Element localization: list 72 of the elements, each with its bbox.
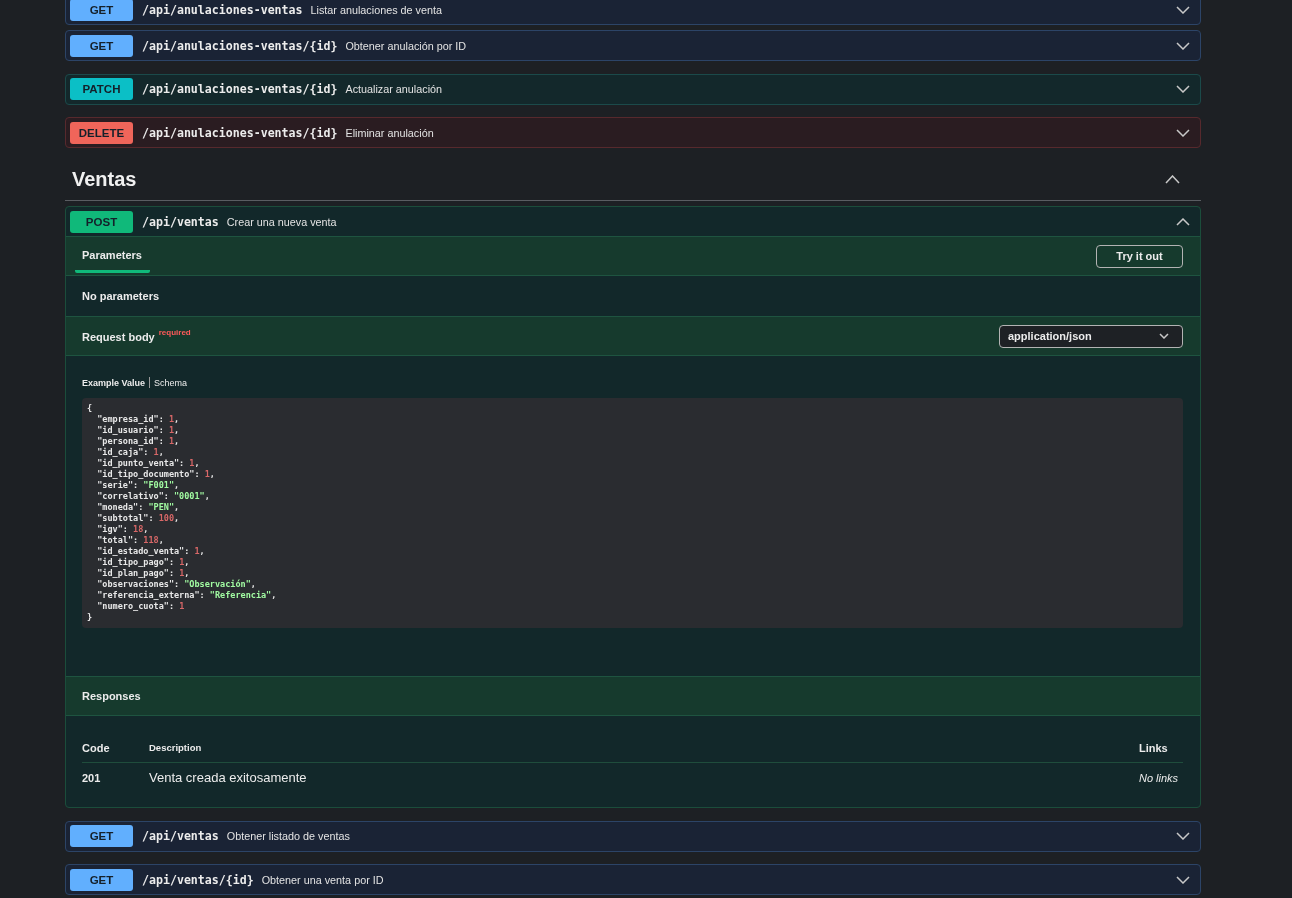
endpoint-summary: Obtener anulación por ID <box>345 39 467 52</box>
table-cell: 201 <box>82 771 101 785</box>
chevron-down-icon[interactable] <box>1176 832 1190 840</box>
endpoint-row[interactable]: GET /api/ventas/{id} Obtener una venta por ID <box>65 864 1201 895</box>
code-line: "referencia_externa": "Referencia", <box>96 590 277 601</box>
code-line: { <box>87 403 93 414</box>
endpoint-row[interactable]: GET /api/anulaciones-ventas/{id} Obtener anulación por ID <box>65 30 1201 61</box>
chevron-down-icon[interactable] <box>1176 5 1190 14</box>
endpoint-path: /api/anulaciones-ventas <box>142 2 303 17</box>
code-line: "persona_id": 1, <box>96 436 180 447</box>
endpoint-row[interactable]: GET /api/ventas Obtener listado de ventas <box>65 820 1201 852</box>
code-line: "id_estado_venta": 1, <box>96 546 205 557</box>
endpoint-path: /api/anulaciones-ventas/{id} <box>142 82 338 96</box>
method-badge: DELETE <box>70 121 133 144</box>
method-badge: GET <box>70 0 133 21</box>
code-line: "moneda": "PEN", <box>96 502 180 513</box>
endpoint-summary: Listar anulaciones de venta <box>310 3 442 16</box>
request-body-label: Request body <box>82 331 155 343</box>
column-header: Links <box>1139 741 1168 755</box>
table-cell: Venta creada exitosamente <box>149 771 307 785</box>
example-tab[interactable]: Example Value <box>82 377 146 388</box>
endpoint-path: /api/anulaciones-ventas/{id} <box>142 125 338 140</box>
method-badge: PATCH <box>70 78 133 100</box>
section-heading: Ventas <box>72 168 137 190</box>
try-it-out-button[interactable]: Try it out <box>1096 244 1183 268</box>
chevron-down-icon[interactable] <box>1176 85 1190 93</box>
code-line: "id_plan_pago": 1, <box>96 568 190 579</box>
code-line: "id_caja": 1, <box>96 447 164 458</box>
code-line: "id_punto_venta": 1, <box>96 458 200 469</box>
endpoint-summary: Actualizar anulación <box>345 83 443 95</box>
code-line: "empresa_id": 1, <box>96 414 180 425</box>
endpoint-row[interactable]: GET /api/anulaciones-ventas Listar anulaciones de venta <box>65 0 1201 25</box>
code-line: "id_usuario": 1, <box>96 425 180 436</box>
chevron-down-icon[interactable] <box>1176 41 1190 50</box>
chevron-down-icon[interactable] <box>1176 875 1190 884</box>
code-line: "subtotal": 100, <box>96 513 180 524</box>
responses-title: Responses <box>82 690 141 702</box>
method-badge: GET <box>70 825 133 847</box>
endpoint-path: /api/anulaciones-ventas/{id} <box>142 38 338 53</box>
endpoint-path: /api/ventas/{id} <box>142 872 254 887</box>
code-line: "total": 118, <box>96 535 164 546</box>
endpoint-summary: Obtener listado de ventas <box>226 830 350 842</box>
column-header: Description <box>149 741 202 755</box>
chevron-down-icon[interactable] <box>1176 128 1190 137</box>
code-line: "igv": 18, <box>96 524 149 535</box>
table-cell: No links <box>1139 771 1179 785</box>
code-line: "id_tipo_documento": 1, <box>96 469 215 480</box>
method-badge: POST <box>70 210 133 233</box>
endpoint-path: /api/ventas <box>142 214 219 229</box>
no-parameters-text: No parameters <box>82 290 161 302</box>
endpoint-summary: Eliminar anulación <box>345 126 434 139</box>
column-header: Code <box>82 741 110 755</box>
endpoint-path: /api/ventas <box>142 829 219 843</box>
code-line: "observaciones": "Observación", <box>96 579 256 590</box>
endpoint-row[interactable]: DELETE /api/anulaciones-ventas/{id} Eliminar anulación <box>65 117 1201 148</box>
content-type-select[interactable]: application/json <box>999 324 1183 348</box>
method-badge: GET <box>70 34 133 57</box>
code-line: "id_tipo_pago": 1, <box>96 557 190 568</box>
chevron-up-icon[interactable] <box>1176 217 1190 226</box>
endpoint-row[interactable]: PATCH /api/anulaciones-ventas/{id} Actualizar anulación <box>65 73 1201 105</box>
method-badge: GET <box>70 868 133 891</box>
code-line: } <box>87 612 93 623</box>
endpoint-summary: Crear una nueva venta <box>226 215 337 228</box>
chevron-down-icon <box>1159 333 1169 339</box>
endpoint-summary: Obtener una venta por ID <box>261 873 384 886</box>
required-label: required <box>158 328 191 337</box>
code-line: "numero_cuota": 1 <box>96 601 185 612</box>
parameters-tab[interactable]: Parameters <box>75 237 150 273</box>
example-tab[interactable]: Schema <box>154 377 188 388</box>
code-line: "correlativo": "0001", <box>96 491 210 502</box>
code-line: "serie": "F001", <box>96 480 180 491</box>
chevron-up-icon[interactable] <box>1165 174 1180 184</box>
